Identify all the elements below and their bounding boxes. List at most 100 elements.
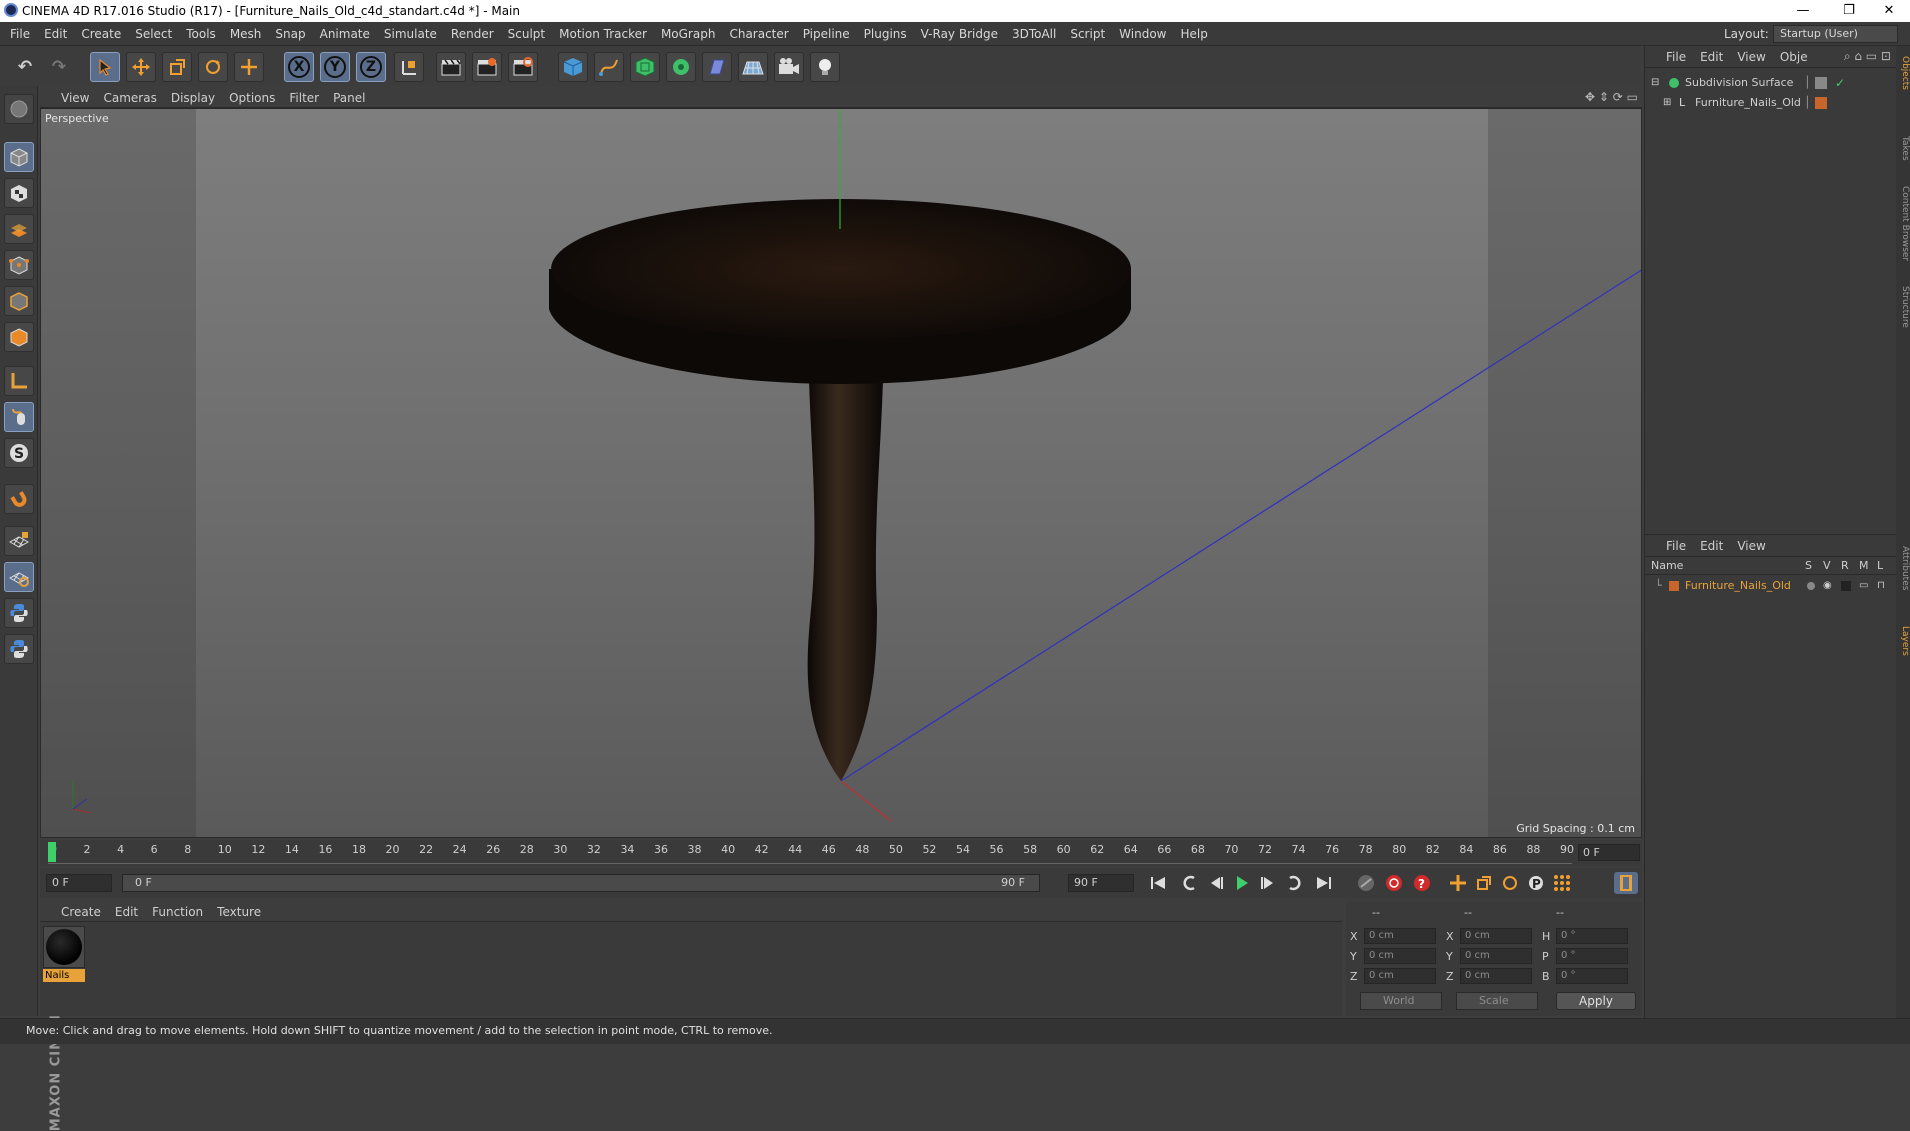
model-mode-button[interactable] <box>4 142 34 172</box>
add-floor-button[interactable] <box>738 52 768 82</box>
layer-menu-edit[interactable]: Edit <box>1693 535 1730 557</box>
coordinate-system-button[interactable] <box>394 52 424 82</box>
layer-visible-eye-icon[interactable]: ◉ <box>1823 577 1832 595</box>
side-tab-structure[interactable]: Structure <box>1896 286 1910 328</box>
menu-plugins[interactable]: Plugins <box>857 22 914 46</box>
menu-3dtoall[interactable]: 3DToAll <box>1005 22 1063 46</box>
menu-file[interactable]: File <box>3 22 37 46</box>
material-menu-texture[interactable]: Texture <box>210 902 268 922</box>
menu-select[interactable]: Select <box>128 22 179 46</box>
add-spline-button[interactable] <box>594 52 624 82</box>
viewport-menu-options[interactable]: Options <box>222 88 282 108</box>
add-light-button[interactable] <box>810 52 840 82</box>
collapse-icon[interactable]: ⊟ <box>1651 74 1659 92</box>
axis-x-lock-button[interactable]: X <box>284 52 314 82</box>
viewport-menu-view[interactable]: View <box>54 88 96 108</box>
render-view-button[interactable] <box>436 52 466 82</box>
subdivision-tag-icon[interactable] <box>1815 77 1827 89</box>
side-tab-layers[interactable]: Layers <box>1896 626 1910 656</box>
tweak-mode-button[interactable] <box>4 402 34 432</box>
add-deformer-button[interactable] <box>702 52 732 82</box>
object-menu-view[interactable]: View <box>1730 46 1772 68</box>
viewport-menu-filter[interactable]: Filter <box>282 88 326 108</box>
points-mode-button[interactable] <box>4 250 34 280</box>
key-rotation-button[interactable] <box>1498 872 1522 894</box>
menu-pipeline[interactable]: Pipeline <box>796 22 857 46</box>
live-selection-button[interactable] <box>90 52 120 82</box>
position-z-field[interactable]: 0 cm <box>1364 968 1436 984</box>
object-row-subdivision-surface[interactable]: ⊟ Subdivision Surface ▏ ✓ <box>1645 74 1897 92</box>
side-tab-takes[interactable]: Takes <box>1896 136 1910 161</box>
menu-mograph[interactable]: MoGraph <box>654 22 723 46</box>
viewport-menu-panel[interactable]: Panel <box>326 88 372 108</box>
rotate-tool-button[interactable] <box>198 52 228 82</box>
rotation-h-field[interactable]: 0 ° <box>1556 928 1628 944</box>
snap-toggle-button[interactable] <box>4 484 34 514</box>
key-pla-button[interactable] <box>1550 872 1574 894</box>
move-tool-button[interactable] <box>126 52 156 82</box>
next-key-button[interactable] <box>1282 872 1306 894</box>
scale-tool-button[interactable] <box>162 52 192 82</box>
coordinate-mode-select[interactable]: Scale <box>1456 992 1538 1010</box>
layer-column-visible[interactable]: V <box>1823 557 1831 575</box>
layer-menu-file[interactable]: File <box>1659 535 1693 557</box>
rotation-p-field[interactable]: 0 ° <box>1556 948 1628 964</box>
side-tab-attributes[interactable]: Attributes <box>1896 546 1910 590</box>
viewport-menu-display[interactable]: Display <box>164 88 222 108</box>
material-swatch-nails[interactable] <box>43 926 85 968</box>
enabled-check-icon[interactable]: ✓ <box>1835 74 1845 92</box>
minimize-button[interactable]: — <box>1780 0 1826 22</box>
size-y-field[interactable]: 0 cm <box>1460 948 1532 964</box>
position-y-field[interactable]: 0 cm <box>1364 948 1436 964</box>
make-editable-button[interactable] <box>4 94 34 124</box>
add-cube-button[interactable] <box>558 52 588 82</box>
object-row-furniture-nails-old[interactable]: ⊞ L Furniture_Nails_Old ▏ <box>1645 94 1897 112</box>
layer-manager-icon[interactable]: ▭ <box>1859 577 1868 595</box>
menu-snap[interactable]: Snap <box>268 22 312 46</box>
previous-frame-button[interactable] <box>1204 872 1228 894</box>
layer-render-icon[interactable] <box>1841 581 1851 591</box>
size-x-field[interactable]: 0 cm <box>1460 928 1532 944</box>
size-z-field[interactable]: 0 cm <box>1460 968 1532 984</box>
key-position-button[interactable] <box>1446 872 1470 894</box>
start-frame-field[interactable]: 0 F <box>46 874 112 892</box>
menu-vray-bridge[interactable]: V-Ray Bridge <box>914 22 1005 46</box>
autokey-button[interactable]: ? <box>1410 872 1434 894</box>
menu-help[interactable]: Help <box>1173 22 1214 46</box>
object-menu-objects[interactable]: Obje <box>1773 46 1815 68</box>
expand-icon[interactable]: ⊞ <box>1663 94 1671 112</box>
axis-mode-button[interactable] <box>4 366 34 396</box>
layer-column-locked[interactable]: L <box>1877 557 1883 575</box>
add-subdivision-button[interactable] <box>630 52 660 82</box>
menu-create[interactable]: Create <box>74 22 128 46</box>
render-settings-button[interactable] <box>508 52 538 82</box>
record-keyframe-button[interactable] <box>1382 872 1406 894</box>
layer-column-render[interactable]: R <box>1841 557 1849 575</box>
layer-menu-view[interactable]: View <box>1730 535 1772 557</box>
side-tab-content-browser[interactable]: Content Browser <box>1896 186 1910 261</box>
workplane-lock-button[interactable] <box>4 526 34 556</box>
apply-button[interactable]: Apply <box>1556 992 1636 1010</box>
material-menu-create[interactable]: Create <box>54 902 108 922</box>
texture-mode-button[interactable] <box>4 178 34 208</box>
layer-solo-icon[interactable] <box>1807 582 1815 590</box>
layer-color-swatch[interactable] <box>1669 581 1679 591</box>
perspective-viewport[interactable]: Perspective Grid Spacing : 0.1 cm <box>40 108 1642 838</box>
add-mograph-button[interactable] <box>666 52 696 82</box>
key-scale-button[interactable] <box>1472 872 1496 894</box>
viewport-nav-icons[interactable]: ✥ ⇕ ⟳ ▭ <box>1585 90 1638 104</box>
axis-y-lock-button[interactable]: Y <box>320 52 350 82</box>
current-frame-field[interactable]: 0 F <box>1578 844 1640 861</box>
material-tag-icon[interactable] <box>1815 97 1827 109</box>
menu-simulate[interactable]: Simulate <box>377 22 444 46</box>
planar-workplane-button[interactable] <box>4 562 34 592</box>
layer-column-solo[interactable]: S <box>1805 557 1812 575</box>
position-x-field[interactable]: 0 cm <box>1364 928 1436 944</box>
workplane-mode-button[interactable] <box>4 214 34 244</box>
viewport-menu-cameras[interactable]: Cameras <box>96 88 163 108</box>
next-frame-button[interactable] <box>1256 872 1280 894</box>
menu-edit[interactable]: Edit <box>37 22 74 46</box>
axis-z-lock-button[interactable]: Z <box>356 52 386 82</box>
material-name-label[interactable]: Nails <box>43 969 85 982</box>
transform-tool-button[interactable] <box>234 52 264 82</box>
